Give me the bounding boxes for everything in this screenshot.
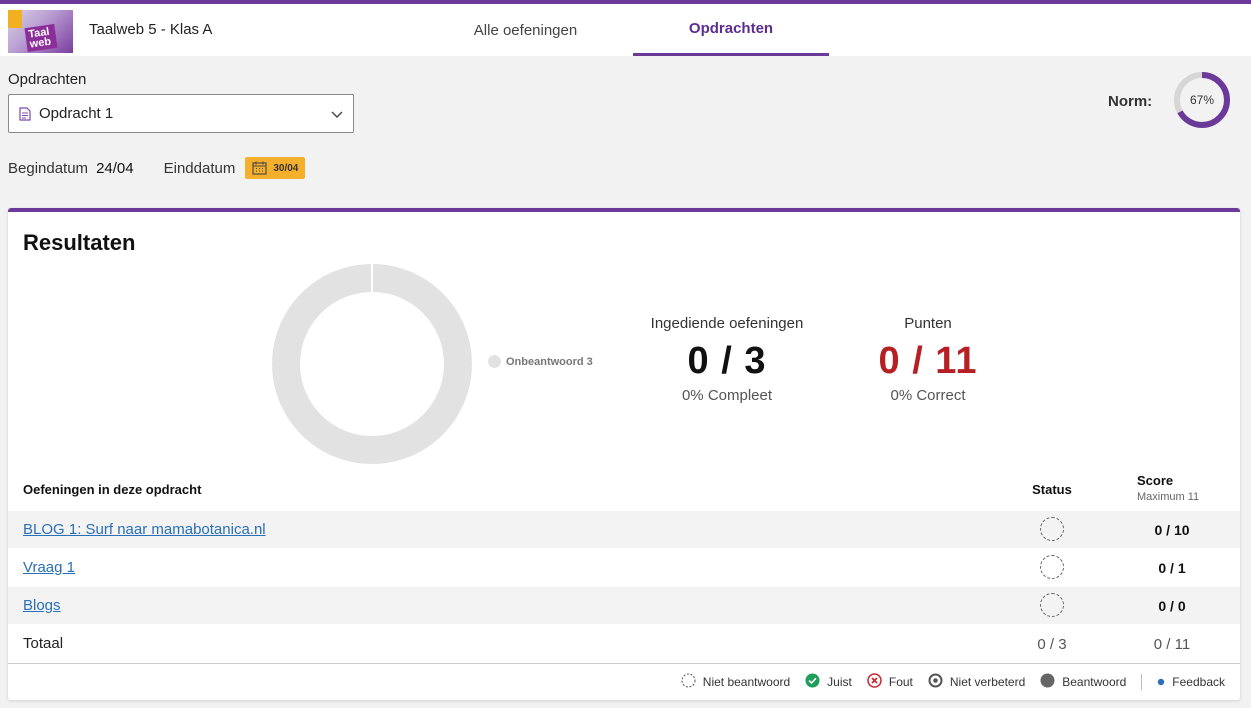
tab-opdrachten[interactable]: Opdrachten <box>633 4 829 56</box>
status-legend: Niet beantwoord Juist Fout Niet verbeter… <box>666 673 1225 691</box>
col-header-status: Status <box>1032 482 1072 497</box>
ring-icon <box>928 673 943 691</box>
exercise-link[interactable]: BLOG 1: Surf naar mamabotanica.nl <box>23 521 266 538</box>
table-row: Vraag 1 0 / 1 <box>8 549 1240 586</box>
chevron-down-icon <box>331 111 343 118</box>
document-icon <box>19 106 31 121</box>
assignment-dates: Begindatum 24/04 Einddatum 30/04 <box>8 156 306 180</box>
legend-niet-beantwoord: Niet beantwoord <box>681 673 790 691</box>
donut-slice-onbeantwoord <box>272 264 472 464</box>
legend-juist: Juist <box>805 673 852 691</box>
legend-label: Juist <box>827 675 852 689</box>
col-header-score: Score <box>1137 473 1174 488</box>
table-row: BLOG 1: Surf naar mamabotanica.nl 0 / 10 <box>8 511 1240 548</box>
submitted-value: 0 / 3 <box>687 340 767 382</box>
exercise-link[interactable]: Blogs <box>23 597 61 614</box>
exercise-score: 0 / 1 <box>1158 560 1186 576</box>
points-value: 0 / 11 <box>878 340 978 382</box>
legend-label: Niet verbeterd <box>949 675 1026 689</box>
status-not-answered-icon <box>1040 593 1064 617</box>
legend-label: Feedback <box>1172 675 1225 689</box>
results-card: Resultaten Onbeantwoord 3 Ingediende oef… <box>8 208 1240 700</box>
start-date-value: 24/04 <box>96 159 134 177</box>
status-not-answered-icon <box>1040 517 1064 541</box>
x-circle-icon <box>867 673 882 691</box>
results-title: Resultaten <box>23 230 136 255</box>
logo-flag-icon <box>8 10 22 28</box>
logo-text: Taal web <box>24 24 58 52</box>
table-total-row: Totaal 0 / 3 0 / 11 <box>8 625 1240 662</box>
legend-label: Beantwoord <box>1062 675 1127 689</box>
end-date-value: 30/04 <box>273 162 299 174</box>
filled-circle-icon <box>1040 673 1055 691</box>
start-date-label: Begindatum <box>8 159 89 177</box>
legend-label: Fout <box>888 675 913 689</box>
points-sub: 0% Correct <box>890 387 966 404</box>
table-row: Blogs 0 / 0 <box>8 587 1240 624</box>
divider <box>8 663 1240 664</box>
dashed-circle-icon <box>681 673 696 691</box>
exercise-link[interactable]: Vraag 1 <box>23 559 75 576</box>
top-header: Taal web Taalweb 5 - Klas A Alle oefenin… <box>0 0 1251 56</box>
chart-legend: Onbeantwoord 3 <box>488 355 593 368</box>
legend-niet-verbeterd: Niet verbeterd <box>928 673 1025 691</box>
tab-alle-oefeningen[interactable]: Alle oefeningen <box>420 4 631 56</box>
dot-icon <box>1157 675 1165 689</box>
taalweb-logo[interactable]: Taal web <box>8 10 73 53</box>
assignment-select[interactable]: Opdracht 1 <box>8 94 354 133</box>
norm-value: 67% <box>1190 93 1214 107</box>
legend-feedback: Feedback <box>1157 675 1225 689</box>
results-donut-chart <box>272 264 472 464</box>
app-title: Taalweb 5 - Klas A <box>89 21 213 38</box>
calendar-icon <box>252 161 267 175</box>
legend-fout: Fout <box>867 673 913 691</box>
exercise-score: 0 / 10 <box>1154 522 1190 538</box>
table-header: Oefeningen in deze opdracht Status Score… <box>8 470 1240 512</box>
submitted-stat: Ingediende oefeningen 0 / 3 0% Compleet <box>627 315 827 404</box>
norm-label: Norm: <box>1108 93 1153 110</box>
submitted-sub: 0% Compleet <box>681 387 773 404</box>
end-date-label: Einddatum <box>163 159 236 177</box>
end-date-badge: 30/04 <box>245 157 306 179</box>
total-label: Totaal <box>23 635 64 652</box>
status-not-answered-icon <box>1040 555 1064 579</box>
norm-gauge: 67% <box>1174 72 1230 128</box>
chart-legend-swatch <box>488 355 501 368</box>
points-title: Punten <box>904 315 952 332</box>
total-score: 0 / 11 <box>1153 636 1191 653</box>
assignment-select-value: Opdracht 1 <box>39 105 114 122</box>
legend-separator <box>1141 674 1143 690</box>
total-status: 0 / 3 <box>1037 636 1067 653</box>
submitted-title: Ingediende oefeningen <box>650 315 804 332</box>
legend-beantwoord: Beantwoord <box>1040 673 1126 691</box>
points-stat: Punten 0 / 11 0% Correct <box>828 315 1028 404</box>
col-header-name: Oefeningen in deze opdracht <box>23 482 202 497</box>
check-circle-icon <box>805 673 820 691</box>
chart-legend-label: Onbeantwoord 3 <box>506 355 593 368</box>
legend-label: Niet beantwoord <box>702 675 791 689</box>
exercise-score: 0 / 0 <box>1158 598 1186 614</box>
col-header-score-max: Maximum 11 <box>1137 491 1200 503</box>
assignment-section-label: Opdrachten <box>8 71 87 88</box>
